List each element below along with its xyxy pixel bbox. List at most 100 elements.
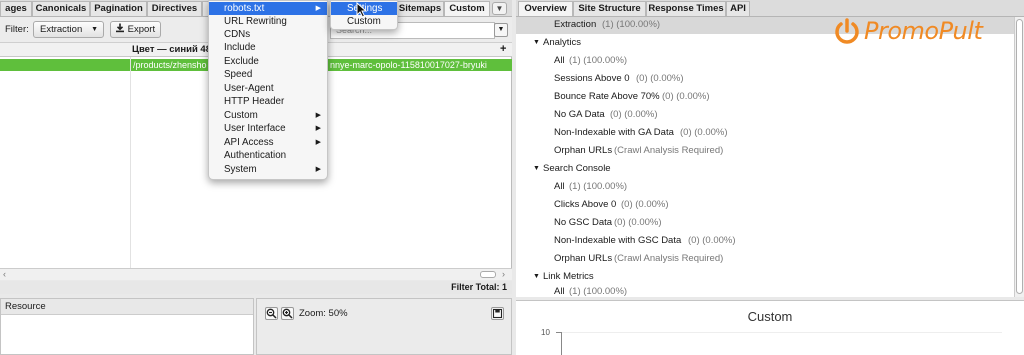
- menu-item-authentication[interactable]: Authentication: [209, 149, 327, 162]
- tree-item-label: Non-Indexable with GSC Data: [554, 235, 682, 246]
- scroll-thumb[interactable]: [1016, 19, 1023, 294]
- tree-item-no-gsc-data[interactable]: No GSC Data (0) (0.00%): [516, 214, 1014, 232]
- menu-item-label: System: [224, 164, 257, 175]
- tab-directives[interactable]: Directives: [147, 1, 202, 16]
- menu-item-label: HTTP Header: [224, 96, 285, 107]
- tree-item-label: All: [554, 55, 565, 66]
- menu-item-include[interactable]: Include: [209, 41, 327, 54]
- tree-item-stats: (0) (0.00%): [636, 73, 684, 84]
- tab-canonicals[interactable]: Canonicals: [32, 1, 90, 16]
- status-bar: Filter Total: 1: [0, 281, 512, 294]
- add-column-icon[interactable]: +: [500, 43, 506, 55]
- export-label: Export: [127, 24, 156, 35]
- tree-group-label: Analytics: [543, 37, 582, 48]
- menu-item-cdns[interactable]: CDNs: [209, 28, 327, 41]
- chart-gridline: [562, 332, 1002, 333]
- tree-item-label: Orphan URLs: [554, 145, 613, 156]
- menu-item-custom[interactable]: Custom ▶: [209, 109, 327, 122]
- expand-caret-icon[interactable]: ▼: [533, 160, 540, 178]
- tree-item-bounce-rate[interactable]: Bounce Rate Above 70% (0) (0.00%): [516, 88, 1014, 106]
- submenu-arrow-icon: ▶: [315, 112, 321, 119]
- zoom-out-icon: [266, 308, 277, 319]
- filter-select[interactable]: Extraction ▼: [33, 21, 104, 38]
- logo-wordmark: PromoPult: [864, 17, 983, 45]
- tab-overview[interactable]: Overview: [518, 1, 573, 16]
- overview-tree: Extraction (1) (100.00%) ▼ Analytics All (1…: [516, 17, 1014, 297]
- tree-item-no-ga-data[interactable]: No GA Data (0) (0.00%): [516, 106, 1014, 124]
- menu-item-label: Include: [224, 42, 256, 53]
- tree-item-stats: (1) (100.00%): [569, 55, 628, 66]
- tab-pagination[interactable]: Pagination: [90, 1, 147, 16]
- tree-item-label: Bounce Rate Above 70%: [554, 91, 660, 102]
- tree-item-stats: (0) (0.00%): [662, 91, 710, 102]
- promopult-logo-icon: [835, 18, 859, 44]
- filter-total: Filter Total: 1: [451, 282, 507, 292]
- tree-item-stats: (Crawl Analysis Required): [614, 253, 724, 264]
- tree-item-non-indexable-ga[interactable]: Non-Indexable with GA Data (0) (0.00%): [516, 124, 1014, 142]
- tree-item-stats: (0) (0.00%): [610, 109, 658, 120]
- chart-title: Custom: [747, 309, 793, 324]
- scroll-thumb[interactable]: [480, 271, 496, 278]
- menu-item-user-interface[interactable]: User Interface ▶: [209, 122, 327, 135]
- y-axis-line: [561, 332, 562, 355]
- column-header[interactable]: Цвет — синий 48: [132, 44, 211, 55]
- tree-item-analytics-all[interactable]: All (1) (100.00%): [516, 52, 1014, 70]
- tree-item-orphan-urls-ga[interactable]: Orphan URLs (Crawl Analysis Required): [516, 142, 1014, 160]
- menu-item-user-agent[interactable]: User-Agent: [209, 82, 327, 95]
- expand-caret-icon[interactable]: ▼: [533, 34, 540, 52]
- menu-item-speed[interactable]: Speed: [209, 68, 327, 81]
- zoom-out-button[interactable]: [265, 307, 278, 320]
- menu-item-label: Speed: [224, 69, 253, 80]
- tab-custom[interactable]: Custom: [444, 1, 490, 16]
- tab-site-structure[interactable]: Site Structure: [573, 1, 646, 16]
- vertical-scrollbar[interactable]: [1014, 17, 1024, 297]
- tree-item-non-indexable-gsc[interactable]: Non-Indexable with GSC Data (0) (0.00%): [516, 232, 1014, 250]
- tree-item-label: Sessions Above 0: [554, 73, 630, 84]
- menu-item-robots-txt[interactable]: robots.txt ▶: [209, 2, 327, 15]
- row-url-start: /products/zhensho: [133, 60, 207, 70]
- tree-item-orphan-urls-gsc[interactable]: Orphan URLs (Crawl Analysis Required): [516, 250, 1014, 268]
- menu-item-label: URL Rewriting: [224, 16, 287, 27]
- tree-item-label: Extraction: [554, 19, 597, 30]
- menu-item-api-access[interactable]: API Access ▶: [209, 136, 327, 149]
- search-options-button[interactable]: ▼: [494, 23, 508, 37]
- filter-label: Filter:: [5, 24, 29, 35]
- tree-item-stats: (0) (0.00%): [614, 217, 662, 228]
- tree-item-sessions-above-0[interactable]: Sessions Above 0 (0) (0.00%): [516, 70, 1014, 88]
- tree-item-clicks-above-0[interactable]: Clicks Above 0 (0) (0.00%): [516, 196, 1014, 214]
- save-icon: [492, 308, 503, 319]
- resource-pane: Resource: [0, 298, 254, 355]
- configuration-menu: robots.txt ▶ URL Rewriting CDNs Include E…: [208, 0, 328, 180]
- horizontal-scrollbar[interactable]: ‹ ›: [0, 268, 512, 280]
- mouse-cursor-icon: [356, 2, 368, 18]
- tree-group-label: Search Console: [543, 163, 611, 174]
- chevron-down-icon: ▼: [495, 4, 504, 13]
- menu-item-exclude[interactable]: Exclude: [209, 55, 327, 68]
- preview-pane: Zoom: 50%: [256, 298, 512, 355]
- menu-item-system[interactable]: System ▶: [209, 163, 327, 176]
- tree-item-gsc-all[interactable]: All (1) (100.00%): [516, 178, 1014, 196]
- scroll-right-icon[interactable]: ›: [502, 269, 505, 279]
- save-button[interactable]: [491, 307, 504, 320]
- menu-item-label: API Access: [224, 137, 274, 148]
- menu-item-url-rewriting[interactable]: URL Rewriting: [209, 15, 327, 28]
- menu-item-label: User-Agent: [224, 83, 274, 94]
- tree-item-link-all[interactable]: All (1) (100.00%): [516, 283, 1014, 297]
- export-button[interactable]: Export: [110, 21, 161, 38]
- zoom-in-button[interactable]: [281, 307, 294, 320]
- tree-group-search-console[interactable]: ▼ Search Console: [516, 160, 1014, 178]
- menu-item-http-header[interactable]: HTTP Header: [209, 95, 327, 108]
- tab-sitemaps[interactable]: Sitemaps: [396, 1, 444, 16]
- submenu-arrow-icon: ▶: [315, 166, 321, 173]
- scroll-left-icon[interactable]: ‹: [3, 269, 6, 279]
- tab-response-times[interactable]: Response Times: [646, 1, 726, 16]
- tab-api[interactable]: API: [726, 1, 750, 16]
- row-url-end: nnye-marc-opolo-115810017027-bryuki: [330, 60, 487, 70]
- tab-pages[interactable]: ages: [0, 1, 32, 16]
- zoom-in-icon: [282, 308, 293, 319]
- tree-item-label: All: [554, 181, 565, 192]
- submenu-arrow-icon: ▶: [315, 125, 321, 132]
- zoom-level: Zoom: 50%: [299, 308, 348, 319]
- tree-item-stats: (0) (0.00%): [680, 127, 728, 138]
- tab-overflow-button[interactable]: ▼: [492, 2, 507, 15]
